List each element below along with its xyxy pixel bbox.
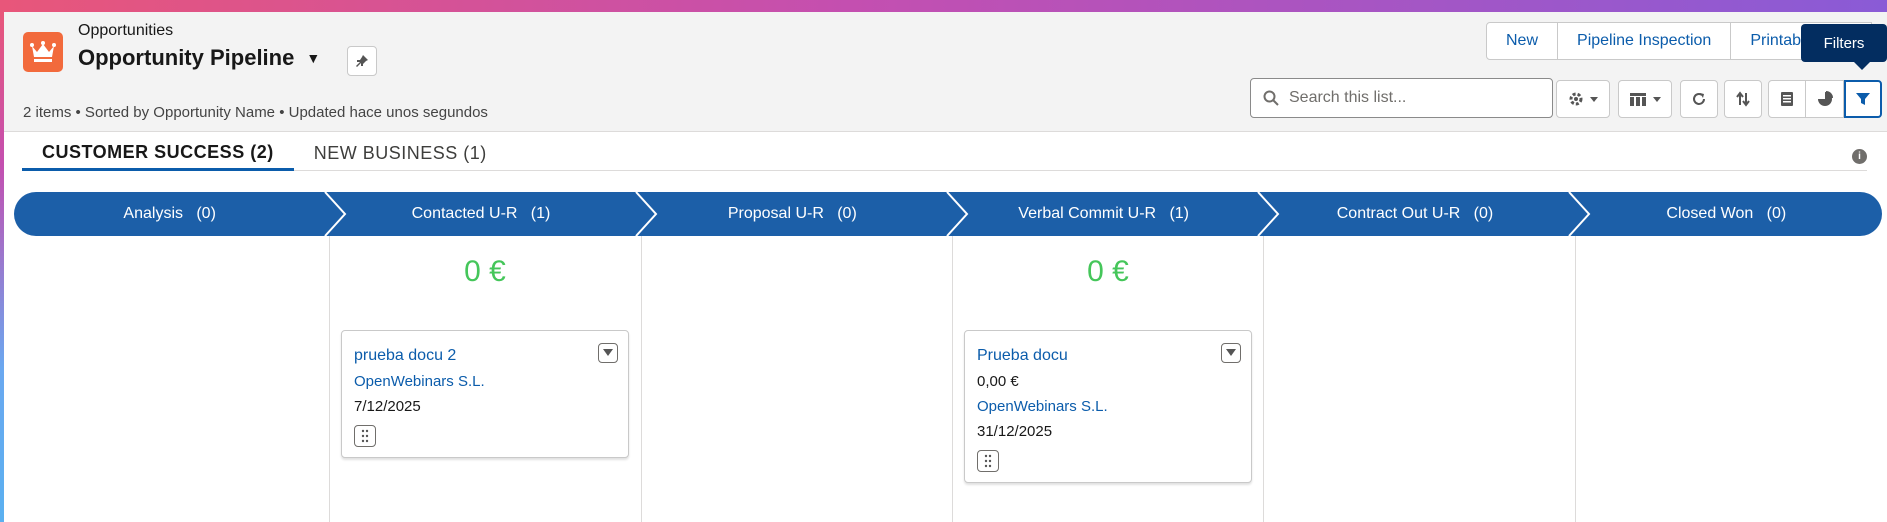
opportunity-name-link[interactable]: Prueba docu <box>977 347 1239 365</box>
chevron-down-icon <box>1653 96 1661 102</box>
opportunity-amount: 0,00 € <box>977 373 1019 390</box>
list-view-page: Opportunities Opportunity Pipeline ▼ 2 i… <box>4 12 1887 522</box>
sort-button[interactable] <box>1724 80 1762 118</box>
search-input[interactable] <box>1289 89 1529 107</box>
info-icon[interactable]: i <box>1852 149 1867 164</box>
stage-contacted[interactable]: Contacted U-R (1) <box>325 192 636 236</box>
filter-icon <box>1856 93 1870 105</box>
pin-list-button[interactable] <box>347 46 377 76</box>
list-view-header: Opportunities Opportunity Pipeline ▼ 2 i… <box>4 12 1887 132</box>
list-settings-button[interactable] <box>1556 80 1610 118</box>
chart-button[interactable] <box>1806 80 1844 118</box>
pin-icon <box>356 55 368 67</box>
stage-analysis[interactable]: Analysis (0) <box>14 192 325 236</box>
display-as-button[interactable] <box>1618 80 1672 118</box>
column-total-contacted: 0 € <box>464 255 506 288</box>
chevron-down-icon[interactable] <box>1221 343 1241 363</box>
opportunity-card[interactable]: Prueba docu 0,00 € OpenWebinars S.L. 31/… <box>964 330 1252 483</box>
opportunity-card[interactable]: prueba docu 2 OpenWebinars S.L. 7/12/202… <box>341 330 629 458</box>
close-date: 31/12/2025 <box>977 423 1053 440</box>
tab-new-business[interactable]: NEW BUSINESS (1) <box>294 136 507 171</box>
pipeline-stage-bar: Analysis (0) Contacted U-R (1) Proposal … <box>14 192 1882 236</box>
table-icon <box>1630 93 1646 106</box>
column-divider <box>641 236 642 522</box>
drag-icon[interactable] <box>977 450 999 472</box>
refresh-icon <box>1693 93 1705 105</box>
account-link[interactable]: OpenWebinars S.L. <box>977 398 1239 415</box>
column-divider <box>1263 236 1264 522</box>
filter-button[interactable] <box>1844 80 1882 118</box>
opportunity-name-link[interactable]: prueba docu 2 <box>354 347 616 365</box>
stage-contract-out[interactable]: Contract Out U-R (0) <box>1259 192 1570 236</box>
pipeline-inspection-button[interactable]: Pipeline Inspection <box>1558 22 1732 60</box>
column-total-verbal-commit: 0 € <box>1087 255 1129 288</box>
chevron-down-icon <box>1590 96 1598 102</box>
filters-tooltip: Filters <box>1801 24 1887 70</box>
tab-customer-success[interactable]: CUSTOMER SUCCESS (2) <box>22 136 294 171</box>
object-label: Opportunities <box>78 22 174 39</box>
chevron-down-icon[interactable]: ▼ <box>306 50 320 66</box>
sort-icon <box>1736 91 1750 107</box>
account-link[interactable]: OpenWebinars S.L. <box>354 373 616 390</box>
drag-icon[interactable] <box>354 425 376 447</box>
search-box[interactable] <box>1250 78 1553 118</box>
chevron-down-icon[interactable] <box>598 343 618 363</box>
search-icon <box>1263 90 1279 106</box>
list-view-selector[interactable]: Opportunity Pipeline ▼ <box>78 45 320 71</box>
stage-closed-won[interactable]: Closed Won (0) <box>1571 192 1882 236</box>
close-date: 7/12/2025 <box>354 398 421 415</box>
chart-icon <box>1817 91 1833 106</box>
list-summary: 2 items • Sorted by Opportunity Name • U… <box>23 104 488 121</box>
refresh-button[interactable] <box>1680 80 1718 118</box>
new-button[interactable]: New <box>1486 22 1559 60</box>
gear-icon <box>1569 92 1583 106</box>
stage-labels: Analysis (0) Contacted U-R (1) Proposal … <box>14 192 1882 236</box>
list-view-toggle-button[interactable] <box>1768 80 1806 118</box>
stage-verbal-commit[interactable]: Verbal Commit U-R (1) <box>948 192 1259 236</box>
crown-icon <box>23 32 63 72</box>
record-type-tabs: CUSTOMER SUCCESS (2) NEW BUSINESS (1) <box>22 136 1867 171</box>
stage-proposal[interactable]: Proposal U-R (0) <box>637 192 948 236</box>
column-divider <box>1575 236 1576 522</box>
list-icon <box>1781 92 1793 106</box>
page-title: Opportunity Pipeline <box>78 45 295 70</box>
